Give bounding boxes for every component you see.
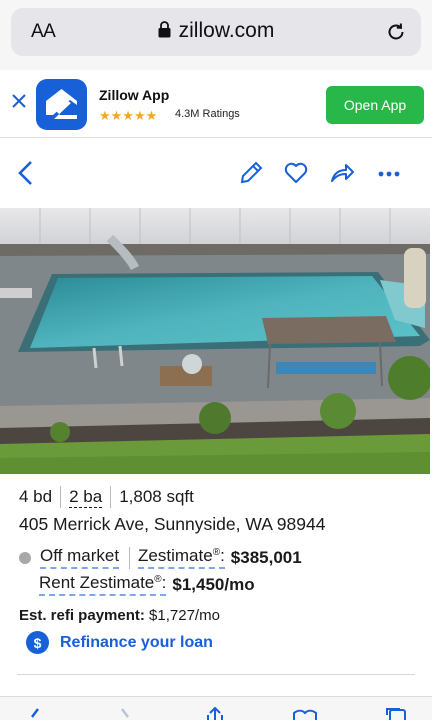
browser-forward-icon[interactable] (112, 707, 138, 720)
address-bar[interactable]: AA zillow.com (11, 8, 421, 56)
status-label[interactable]: Off market (40, 546, 120, 569)
listing-photo[interactable] (0, 208, 430, 474)
ratings-count: 4.3M Ratings (175, 108, 240, 120)
property-address: 405 Merrick Ave, Sunnyside, WA 98944 (19, 514, 326, 534)
edit-icon[interactable] (238, 160, 266, 186)
browser-address-area: AA zillow.com (0, 0, 432, 70)
refi-value: $1,727/mo (149, 607, 220, 624)
more-icon[interactable] (376, 160, 404, 186)
section-divider (17, 674, 415, 675)
app-name: Zillow App (99, 87, 170, 103)
status-divider (129, 546, 131, 569)
rent-zestimate-value: $1,450/mo (172, 574, 255, 594)
zillow-logo-icon (36, 79, 87, 130)
tabs-icon[interactable] (384, 707, 410, 720)
status-row: Off market Zestimate®: $385,001 (19, 546, 302, 569)
rent-zestimate-text: Rent Zestimate (39, 573, 155, 592)
browser-back-icon[interactable] (22, 707, 48, 720)
url-field[interactable]: zillow.com (11, 19, 421, 43)
reg-mark: ® (212, 547, 221, 558)
home-facts: 4 bd 2 ba 1,808 sqft (19, 486, 194, 508)
refinance-link[interactable]: $ Refinance your loan (26, 631, 213, 654)
baths[interactable]: 2 ba (69, 487, 103, 508)
bookmarks-icon[interactable] (292, 707, 318, 720)
refi-label: Est. refi payment: (19, 607, 145, 624)
sqft: 1,808 sqft (119, 487, 194, 506)
beds: 4 bd (19, 487, 53, 506)
open-app-button[interactable]: Open App (326, 86, 424, 124)
lock-icon (158, 20, 171, 38)
browser-toolbar (0, 696, 432, 720)
zestimate-text: Zestimate (138, 546, 213, 565)
reload-icon[interactable] (385, 21, 407, 43)
back-icon[interactable] (14, 160, 42, 186)
reg-mark: ® (154, 574, 162, 585)
browser-share-icon[interactable] (202, 706, 228, 720)
share-icon[interactable] (328, 160, 356, 186)
listing-nav (0, 140, 432, 206)
dollar-icon: $ (26, 631, 49, 654)
url-text: zillow.com (178, 19, 275, 42)
status-dot (19, 551, 31, 564)
rent-zestimate-row: Rent Zestimate®: $1,450/mo (39, 573, 255, 596)
close-icon[interactable] (10, 92, 28, 110)
facts-divider (60, 486, 62, 508)
refi-payment: Est. refi payment: $1,727/mo (19, 607, 220, 624)
refinance-link-label: Refinance your loan (60, 633, 213, 651)
zestimate-value: $385,001 (230, 547, 302, 567)
zestimate-label[interactable]: Zestimate®: (138, 546, 225, 569)
rent-zestimate-label[interactable]: Rent Zestimate®: (39, 573, 167, 596)
heart-icon[interactable] (283, 160, 311, 186)
rating-stars: ★★★★★ (99, 108, 158, 123)
facts-divider (110, 486, 112, 508)
